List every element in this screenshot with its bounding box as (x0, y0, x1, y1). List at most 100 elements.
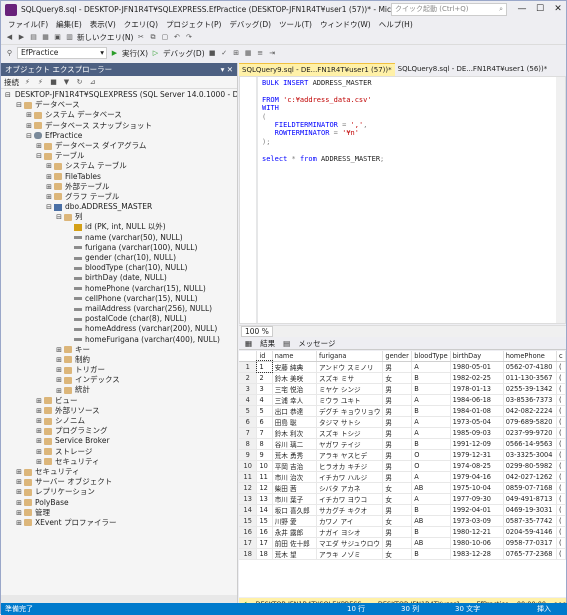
expander-icon[interactable]: ⊞ (15, 509, 23, 517)
column-header[interactable]: c (556, 351, 566, 362)
expander-icon[interactable]: ⊞ (15, 519, 23, 527)
tree-node[interactable]: ⊞ ストレージ (1, 447, 237, 457)
expander-icon[interactable]: ⊞ (35, 417, 43, 425)
table-cell[interactable]: カワノ アイ (316, 515, 384, 527)
table-cell[interactable]: 前田 佐十郎 (272, 537, 317, 549)
expander-icon[interactable]: ⊞ (35, 437, 43, 445)
table-cell[interactable]: ( (556, 471, 566, 483)
tree-node[interactable]: ⊞ 外部テーブル (1, 182, 237, 192)
table-cell[interactable]: 坂口 喜久郎 (272, 504, 317, 516)
table-cell[interactable]: 1979-04-16 (450, 471, 504, 483)
table-cell[interactable]: 男 (382, 526, 413, 538)
tree-node[interactable]: birthDay (date, NULL) (1, 273, 237, 283)
stop-icon[interactable]: ■ (208, 49, 217, 58)
menu-item[interactable]: 表示(V) (86, 18, 120, 31)
table-cell[interactable]: 荒木 勇秀 (272, 449, 317, 461)
tree-node[interactable]: ⊞ PolyBase (1, 498, 237, 508)
results-grid-icon[interactable]: ▦ (244, 49, 253, 58)
column-header[interactable]: birthDay (450, 351, 504, 362)
expander-icon[interactable]: ⊟ (5, 91, 11, 99)
tree-node[interactable]: ⊞ プログラミング (1, 426, 237, 436)
tab-results[interactable]: 結果 (260, 338, 275, 349)
table-cell[interactable]: 女 (382, 372, 413, 384)
table-cell[interactable]: 11 (256, 471, 273, 483)
back-icon[interactable]: ◀ (5, 33, 14, 42)
table-cell[interactable]: A (411, 416, 451, 428)
execute-button[interactable]: 実行(X) (122, 48, 148, 59)
table-cell[interactable]: アラキ ヤスヒデ (316, 449, 384, 461)
expander-icon[interactable]: ⊞ (15, 488, 23, 496)
tree-node[interactable]: ⊟ DESKTOP-JFN1R4T¥SQLEXPRESS (SQL Server … (1, 90, 237, 100)
table-cell[interactable]: B (411, 383, 451, 395)
tree-node[interactable]: ⊞ 外部リソース (1, 406, 237, 416)
table-cell[interactable]: 10 (256, 460, 273, 472)
expander-icon[interactable]: ⊟ (55, 213, 63, 221)
table-cell[interactable]: 鈴木 利次 (272, 427, 317, 439)
paste-icon[interactable]: ▢ (160, 33, 169, 42)
column-header[interactable]: homePhone (503, 351, 558, 362)
table-row[interactable]: 16 16 永井 露郎 ナガイ ヨシオ男 B 1980-12-21 0204-59-4146… (239, 526, 566, 538)
expander-icon[interactable]: ⊞ (15, 478, 23, 486)
column-header[interactable]: gender (382, 351, 413, 362)
table-cell[interactable]: 平岡 吉治 (272, 460, 317, 472)
table-cell[interactable]: ( (556, 383, 566, 395)
table-row[interactable]: 17 17 前田 佐十郎 マエダ サジュウロウ男 AB 1980-10-06 0958-77… (239, 537, 566, 549)
object-explorer-scrollbar[interactable] (1, 595, 237, 603)
table-cell[interactable]: 女 (382, 493, 413, 505)
table-cell[interactable]: 1984-01-08 (450, 405, 504, 417)
results-grid[interactable]: id name furigana gender bloodType birthDay hom… (239, 351, 566, 597)
table-cell[interactable]: 2 (256, 372, 273, 384)
table-cell[interactable]: 18 (256, 548, 273, 560)
table-cell[interactable]: 0237-99-9720 (503, 427, 558, 439)
table-cell[interactable]: 15 (239, 515, 258, 527)
table-row[interactable]: 6 6 田島 聡タジマ サトシ男 A 1973-05-04 079-689-5820( (239, 416, 566, 428)
table-cell[interactable]: 男 (382, 394, 413, 406)
close-button[interactable]: ✕ (549, 1, 567, 17)
parse-icon[interactable]: ✓ (220, 49, 229, 58)
column-header[interactable]: furigana (316, 351, 384, 362)
expander-icon[interactable]: ⊞ (35, 448, 43, 456)
tree-node[interactable]: ⊞ 制約 (1, 355, 237, 365)
table-cell[interactable]: ( (556, 548, 566, 560)
expander-icon[interactable]: ⊞ (25, 122, 33, 130)
table-cell[interactable]: 11 (239, 471, 258, 483)
table-cell[interactable]: 市川 治次 (272, 471, 317, 483)
tree-node[interactable]: ⊞ システム データベース (1, 110, 237, 120)
indent-icon[interactable]: ⇥ (268, 49, 277, 58)
filter-icon[interactable]: ▼ (62, 78, 71, 87)
table-cell[interactable]: 13 (256, 493, 273, 505)
tab-messages[interactable]: メッセージ (298, 338, 335, 349)
table-cell[interactable]: AB (411, 515, 451, 527)
table-cell[interactable]: B (411, 548, 451, 560)
table-row[interactable]: 5 5 出口 恭達 デグチ キョウリョウ男 B 1984-01-08 042-082-222… (239, 405, 566, 417)
table-cell[interactable]: ミヤケ シンジ (316, 383, 384, 395)
activity-icon[interactable]: ⊿ (88, 78, 97, 87)
column-header[interactable] (239, 351, 258, 362)
table-cell[interactable]: 安藤 純典 (272, 361, 317, 373)
table-cell[interactable]: 5 (256, 405, 273, 417)
tree-node[interactable]: ⊟ 列 (1, 212, 237, 222)
table-cell[interactable]: タジマ サトシ (316, 416, 384, 428)
tree-node[interactable]: ⊞ ビュー (1, 396, 237, 406)
table-cell[interactable]: 3 (256, 383, 273, 395)
table-cell[interactable]: 4 (239, 394, 258, 406)
copy-icon[interactable]: ⧉ (148, 33, 157, 42)
expander-icon[interactable]: ⊟ (15, 101, 23, 109)
column-header[interactable]: name (272, 351, 317, 362)
menu-item[interactable]: プロジェクト(P) (162, 18, 225, 31)
table-cell[interactable]: ( (556, 438, 566, 450)
table-cell[interactable]: 03-3325-3004 (503, 449, 558, 461)
minimize-button[interactable]: — (513, 1, 531, 17)
save-icon[interactable]: ▣ (53, 33, 62, 42)
table-cell[interactable]: 042-027-1262 (503, 471, 558, 483)
table-cell[interactable]: 1975-10-04 (450, 482, 504, 494)
table-cell[interactable]: A (411, 394, 451, 406)
expander-icon[interactable]: ⊞ (35, 397, 43, 405)
table-cell[interactable]: 7 (256, 427, 273, 439)
table-cell[interactable]: ( (556, 460, 566, 472)
table-cell[interactable]: 1984-06-18 (450, 394, 504, 406)
table-cell[interactable]: 0299-80-5982 (503, 460, 558, 472)
expander-icon[interactable]: ⊞ (55, 387, 63, 395)
table-cell[interactable]: 2 (239, 372, 258, 384)
table-cell[interactable]: アンドウ スミノリ (316, 361, 384, 373)
